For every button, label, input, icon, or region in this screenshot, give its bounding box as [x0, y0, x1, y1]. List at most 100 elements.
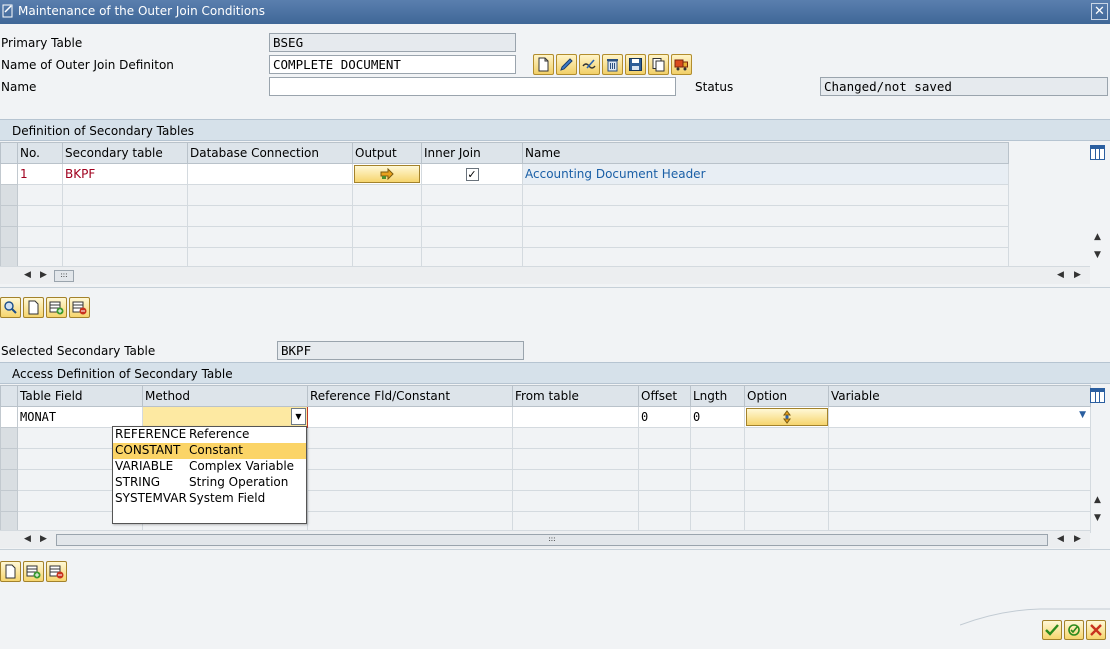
row-secondary-table[interactable]: BKPF	[62, 163, 188, 185]
scroll-down-arrow[interactable]: ▼	[1094, 250, 1101, 260]
row-selector[interactable]	[0, 205, 18, 227]
scroll-left-arrow[interactable]: ◀	[24, 534, 31, 544]
variable-dropdown-icon[interactable]: ▼	[1079, 410, 1086, 420]
row-reference-fld[interactable]	[307, 406, 513, 428]
row-database-connection[interactable]	[187, 163, 353, 185]
access-definition-hscroll[interactable]: ◀ ▶ ::: ◀ ▶	[0, 530, 1090, 548]
row-no: 1	[17, 163, 63, 185]
col-from-table[interactable]: From table	[512, 385, 639, 407]
method-option-variable[interactable]: VARIABLE Complex Variable	[113, 459, 306, 475]
outer-join-name-field[interactable]: COMPLETE DOCUMENT	[269, 55, 516, 74]
scroll-right-arrow[interactable]: ▶	[40, 270, 47, 280]
scroll-right-arrow[interactable]: ▶	[1074, 270, 1081, 280]
inner-join-checkbox[interactable]: ✓	[465, 168, 479, 181]
status-label: Status	[695, 80, 734, 94]
col-output[interactable]: Output	[352, 142, 422, 164]
new-document-button[interactable]	[533, 54, 554, 75]
row-selector[interactable]	[0, 490, 18, 512]
scroll-up-arrow[interactable]: ▲	[1094, 232, 1101, 242]
col-name[interactable]: Name	[522, 142, 1009, 164]
row-selector[interactable]	[0, 448, 18, 470]
scroll-down-arrow[interactable]: ▼	[1094, 513, 1101, 523]
cancel-button[interactable]	[1086, 620, 1106, 640]
row-selector[interactable]	[0, 406, 18, 428]
col-inner-join[interactable]: Inner Join	[421, 142, 523, 164]
transport-button[interactable]	[671, 54, 692, 75]
magnifier-icon	[4, 301, 17, 314]
copy-button[interactable]	[648, 54, 669, 75]
row-selector[interactable]	[0, 184, 18, 206]
option-key: SYSTEMVAR	[115, 491, 187, 505]
col-table-field[interactable]: Table Field	[17, 385, 143, 407]
confirm-button[interactable]	[1042, 620, 1062, 640]
dropdown-arrow-icon[interactable]: ▼	[291, 408, 306, 425]
column-settings-icon[interactable]	[1090, 388, 1105, 403]
col-offset[interactable]: Offset	[638, 385, 691, 407]
secondary-tables-hscroll[interactable]: ◀ ▶ ::: ◀ ▶	[0, 266, 1090, 284]
method-option-constant[interactable]: CONSTANT Constant	[113, 443, 306, 459]
check-refresh-button[interactable]	[1064, 620, 1084, 640]
details-button[interactable]	[0, 297, 21, 318]
window-title: Maintenance of the Outer Join Conditions	[18, 4, 266, 18]
delete-button[interactable]	[602, 54, 623, 75]
delete-trash-icon	[607, 59, 618, 72]
col-length[interactable]: Lngth	[690, 385, 745, 407]
row-offset[interactable]: 0	[638, 406, 691, 428]
delete-row-button[interactable]	[69, 297, 90, 318]
cancel-x-icon	[1090, 624, 1102, 636]
col-variable[interactable]: Variable	[828, 385, 1091, 407]
scroll-right-arrow[interactable]: ▶	[40, 534, 47, 544]
col-reference-fld[interactable]: Reference Fld/Constant	[307, 385, 513, 407]
new-entry-button[interactable]	[23, 297, 44, 318]
insert-row-button[interactable]	[23, 561, 44, 582]
row-table-field: MONAT	[17, 406, 143, 428]
row-selector-header[interactable]	[0, 142, 18, 164]
row-output-cell	[352, 163, 422, 185]
col-database-connection[interactable]: Database Connection	[187, 142, 353, 164]
output-button[interactable]	[354, 165, 420, 183]
row-from-table[interactable]	[512, 406, 639, 428]
table-row[interactable]: MONAT ▼ 0 0 ▼	[0, 406, 1091, 428]
method-combobox[interactable]: ▼	[142, 406, 308, 428]
column-settings-icon[interactable]	[1090, 145, 1105, 160]
insert-row-icon	[49, 301, 64, 315]
row-selector[interactable]	[0, 469, 18, 491]
row-selector-header[interactable]	[0, 385, 18, 407]
name-field[interactable]	[269, 77, 676, 96]
row-selector[interactable]	[0, 226, 18, 248]
scroll-left-arrow[interactable]: ◀	[1057, 270, 1064, 280]
header-toolbar	[533, 54, 692, 75]
arrow-right-icon	[380, 168, 394, 180]
scroll-left-arrow[interactable]: ◀	[24, 270, 31, 280]
col-option[interactable]: Option	[744, 385, 829, 407]
method-option-reference[interactable]: REFERENCE Reference	[113, 427, 306, 443]
row-length[interactable]: 0	[690, 406, 745, 428]
option-text: Complex Variable	[189, 459, 295, 473]
row-variable[interactable]: ▼	[828, 406, 1091, 428]
hscroll-thumb[interactable]: :::	[56, 534, 1048, 546]
edit-window-icon	[2, 4, 13, 18]
scroll-left-arrow[interactable]: ◀	[1057, 534, 1064, 544]
edit-button[interactable]	[556, 54, 577, 75]
new-entry-button[interactable]	[0, 561, 21, 582]
row-selector[interactable]	[0, 427, 18, 449]
hscroll-thumb[interactable]: :::	[54, 270, 74, 282]
col-secondary-table[interactable]: Secondary table	[62, 142, 188, 164]
insert-row-button[interactable]	[46, 297, 67, 318]
row-selector[interactable]	[0, 163, 18, 185]
save-button[interactable]	[625, 54, 646, 75]
footer-actions	[1042, 620, 1106, 640]
col-method[interactable]: Method	[142, 385, 308, 407]
col-no[interactable]: No.	[17, 142, 63, 164]
display-change-button[interactable]	[579, 54, 600, 75]
delete-row-button[interactable]	[46, 561, 67, 582]
option-button[interactable]	[746, 408, 828, 426]
table-row[interactable]: 1 BKPF ✓ Accounting Document Header	[0, 163, 1009, 185]
method-option-systemvar[interactable]: SYSTEMVAR System Field	[113, 491, 306, 507]
secondary-tables-grid: No. Secondary table Database Connection …	[0, 142, 1110, 288]
scroll-right-arrow[interactable]: ▶	[1074, 534, 1081, 544]
new-document-icon	[538, 57, 549, 72]
scroll-up-arrow[interactable]: ▲	[1094, 495, 1101, 505]
method-option-string[interactable]: STRING String Operation	[113, 475, 306, 491]
close-button[interactable]: ✕	[1091, 3, 1108, 20]
